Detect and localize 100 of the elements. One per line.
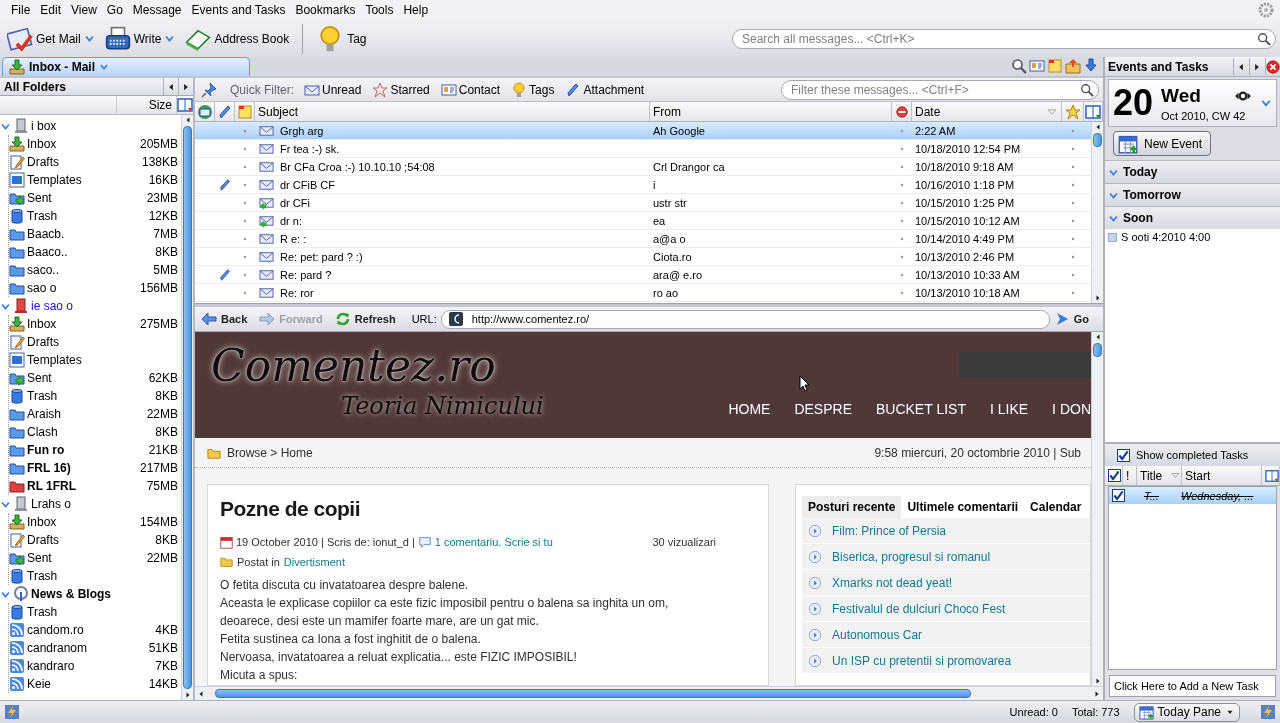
nav-link[interactable]: I DON [1052, 401, 1091, 417]
folder-name[interactable]: RL 1FRL [27, 479, 145, 493]
new-event-button[interactable]: New Event [1113, 131, 1211, 156]
folder-name[interactable]: Drafts [27, 335, 178, 349]
folder-name[interactable]: sao o [27, 281, 138, 295]
folder-name[interactable]: Trash [27, 389, 154, 403]
toolbar-button[interactable]: Write [101, 22, 179, 55]
account-name[interactable]: Lrahs o [31, 497, 178, 511]
browser-button[interactable]: Refresh [334, 311, 404, 327]
new-task-field[interactable]: Click Here to Add a New Task [1109, 675, 1276, 697]
column-picker-icon[interactable] [1265, 468, 1279, 483]
tab[interactable]: Inbox - Mail [2, 57, 250, 76]
today-pane-button[interactable]: Today Pane [1133, 702, 1240, 722]
scrollbar[interactable] [195, 686, 1103, 700]
folder-name[interactable]: Clash [27, 425, 154, 439]
post-link[interactable]: Autonomous Car [832, 627, 923, 642]
filter-button[interactable]: Attachment [562, 80, 648, 99]
widget-tab[interactable]: Posturi recente [802, 496, 902, 518]
filter-button[interactable]: Unread [301, 80, 365, 99]
column-header[interactable]: From [650, 102, 892, 121]
column-header[interactable]: Subject [255, 102, 650, 121]
account-name[interactable]: News & Blogs [31, 587, 178, 601]
scroll-thumb[interactable] [1093, 343, 1102, 357]
message-row[interactable]: Grgh arg Ah Google 2:22 AM [195, 122, 1091, 140]
search-icon[interactable] [1011, 58, 1027, 74]
column-header[interactable]: Start [1182, 466, 1262, 485]
folder-name[interactable]: Sent [27, 191, 145, 205]
checkbox[interactable] [1108, 469, 1121, 482]
folder-name[interactable]: Trash [27, 569, 178, 583]
folder-name[interactable]: Fun ro [27, 443, 147, 457]
folder-name[interactable]: saco.. [27, 263, 152, 277]
menu-item[interactable]: Events and Tasks [186, 3, 291, 17]
section-header[interactable]: Tomorrow [1105, 183, 1280, 206]
menu-item[interactable]: Edit [35, 3, 67, 17]
folder-name[interactable]: Baaco.. [27, 245, 154, 259]
scrollbar[interactable] [181, 115, 193, 700]
filter-field[interactable]: Filter these messages... <Ctrl+F> [781, 79, 1099, 100]
menu-item[interactable]: Message [127, 3, 187, 17]
scroll-thumb[interactable] [1093, 133, 1102, 147]
search-field[interactable] [959, 352, 1091, 378]
menu-item[interactable]: Help [398, 3, 434, 17]
toolbar-button[interactable]: Address Book [182, 22, 293, 55]
nav-link[interactable]: HOME [728, 401, 771, 417]
folder-name[interactable]: kandraro [27, 659, 154, 673]
search-field[interactable]: Search all messages... <Ctrl+K> [732, 28, 1276, 49]
folder-name[interactable]: Trash [27, 209, 147, 223]
folder-name[interactable]: candom.ro [27, 623, 154, 637]
account-name[interactable]: ie sao o [31, 299, 178, 313]
pin-icon[interactable] [201, 81, 217, 98]
menu-item[interactable]: View [66, 3, 102, 17]
folder-name[interactable]: Inbox [27, 137, 138, 151]
folder-name[interactable]: Sent [27, 551, 145, 565]
folder-name[interactable]: Inbox [27, 317, 138, 331]
scroll-thumb[interactable] [215, 689, 971, 698]
nav-link[interactable]: DESPRE [794, 401, 852, 417]
filter-button[interactable]: Tags [508, 80, 558, 99]
folder-name[interactable]: Drafts [27, 533, 154, 547]
browser-button[interactable]: Back [201, 311, 256, 327]
task-row[interactable]: T... Wednesday, ... [1109, 487, 1276, 504]
url-field[interactable]: http://www.comentez.ro/ [440, 309, 1050, 329]
column-header[interactable]: Title [1140, 468, 1163, 483]
folder-name[interactable]: Templates [27, 173, 147, 187]
toolbar-button[interactable]: Tag [313, 22, 370, 55]
article-title[interactable]: Pozne de copii [220, 497, 756, 521]
folder-name[interactable]: Keie [27, 677, 147, 691]
checkbox[interactable] [1117, 448, 1130, 462]
folder-arrow-icon[interactable] [1065, 58, 1081, 74]
column-header[interactable]: ! [1123, 466, 1137, 485]
filter-button[interactable]: Contact [437, 80, 504, 99]
filter-button[interactable]: Starred [369, 80, 433, 99]
section-header[interactable]: Soon [1105, 206, 1280, 229]
checkbox[interactable] [1111, 489, 1125, 502]
down-arrow-icon[interactable] [1083, 58, 1099, 74]
category-link[interactable]: Divertisment [283, 555, 345, 568]
lightning-icon[interactable] [1260, 704, 1276, 720]
note-icon[interactable] [1047, 58, 1063, 74]
folder-name[interactable]: Trash [27, 605, 178, 619]
column-header[interactable]: Date [915, 104, 941, 119]
message-row[interactable]: dr CFiB CF i 10/16/2010 1:18 PM [195, 176, 1091, 194]
folder-name[interactable]: Inbox [27, 515, 138, 529]
nav-link[interactable]: I LIKE [989, 401, 1029, 417]
folder-name[interactable]: candranom [27, 641, 147, 655]
menu-item[interactable]: Tools [360, 3, 399, 17]
toolbar-button[interactable]: Get Mail [4, 22, 98, 55]
go-button[interactable]: Go [1053, 311, 1097, 327]
menu-item[interactable]: Bookmarks [290, 3, 361, 17]
close-button[interactable] [1265, 58, 1280, 75]
menu-item[interactable]: Go [101, 3, 128, 17]
menu-item[interactable]: File [6, 3, 36, 17]
column-picker-icon[interactable] [177, 97, 193, 113]
account-name[interactable]: i box [31, 119, 178, 133]
section-header[interactable]: Today [1105, 160, 1280, 183]
folder-name[interactable]: FRL 16) [27, 461, 138, 475]
scrollbar[interactable] [1091, 332, 1103, 686]
folder-name[interactable]: Drafts [27, 155, 140, 169]
folder-name[interactable]: Araish [27, 407, 145, 421]
folder-name[interactable]: Baacb. [27, 227, 152, 241]
message-row[interactable]: Re: pard ? ara@ e.ro 10/13/2010 10:33 AM [195, 266, 1091, 284]
comments-link[interactable]: 1 comentariu. Scrie si tu [434, 536, 553, 548]
nav-link[interactable]: BUCKET LIST [875, 401, 966, 417]
